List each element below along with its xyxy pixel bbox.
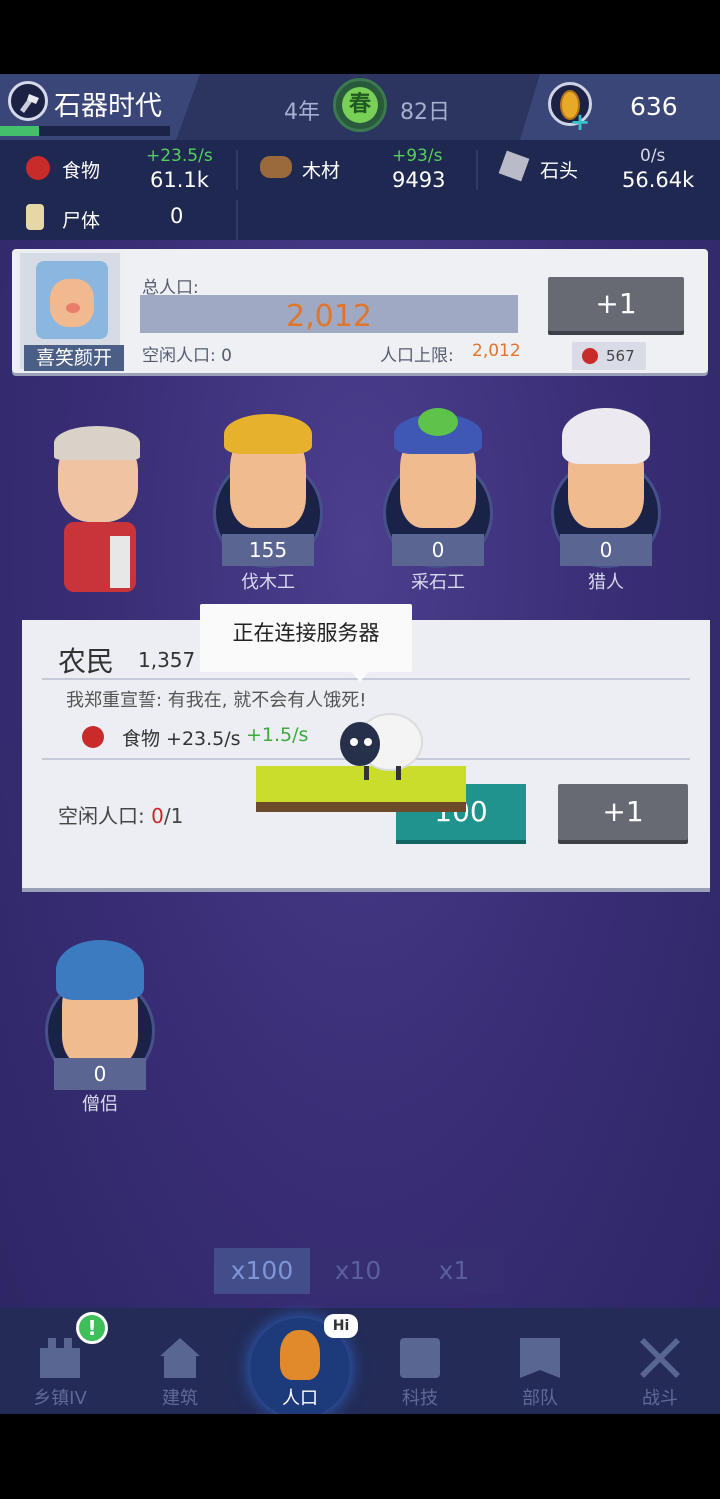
- add-coins-icon[interactable]: +: [570, 108, 590, 136]
- idle-label: 空闲人口:: [58, 804, 152, 828]
- multiplier-tabs: x100 x10 x1: [214, 1248, 504, 1294]
- coin-count: 636: [630, 92, 678, 121]
- season-indicator[interactable]: 春: [333, 78, 387, 132]
- total-population-value: 2,012: [286, 299, 372, 334]
- nav-label: 科技: [402, 1388, 438, 1409]
- resource-bar: 食物 +23.5/s 61.1k 木材 +93/s 9493 石头 0/s 56…: [0, 140, 720, 240]
- nav-town[interactable]: ! 乡镇IV: [0, 1308, 120, 1414]
- population-cost: 567: [606, 347, 635, 365]
- age-title: 石器时代: [54, 91, 162, 122]
- multiplier-x10[interactable]: x10: [310, 1248, 406, 1294]
- nav-troops[interactable]: 部队: [480, 1308, 600, 1414]
- wood-icon: [260, 156, 292, 178]
- castle-icon: [40, 1338, 80, 1378]
- worker-name: 伐木工: [241, 572, 295, 593]
- chief-scroll: [110, 536, 130, 588]
- divider: [236, 150, 238, 190]
- alert-badge: !: [76, 1312, 108, 1344]
- worker-name: 僧侣: [82, 1094, 118, 1115]
- worker-quarryman[interactable]: 0 采石工: [378, 408, 498, 608]
- stone-value: 56.64k: [622, 168, 695, 192]
- population-cap-label: 人口上限:: [380, 346, 454, 366]
- hi-bubble: Hi: [324, 1314, 358, 1338]
- food-icon: [582, 348, 598, 364]
- stone-rate: 0/s: [640, 146, 666, 166]
- woodcutter-hair: [224, 414, 312, 454]
- age-progress-bar: [0, 126, 170, 136]
- sheep-loading-icon: [334, 704, 426, 784]
- farmer-idle-label: 空闲人口: 0/1: [58, 800, 183, 829]
- farmer-count: 1,357: [138, 648, 196, 672]
- leader-portrait[interactable]: 喜笑颜开: [16, 249, 124, 373]
- banner-icon: [520, 1338, 560, 1378]
- population-cost-tag: 567: [572, 342, 646, 370]
- stone-icon: [498, 150, 530, 182]
- farmer-motto: 我郑重宣誓: 有我在, 就不会有人饿死!: [66, 690, 367, 711]
- nav-battle[interactable]: 战斗: [600, 1308, 720, 1414]
- monk-hood: [56, 940, 144, 1000]
- worker-count: 0: [54, 1058, 146, 1090]
- wood-rate: +93/s: [392, 146, 443, 166]
- farmer-title: 农民: [58, 645, 115, 678]
- top-bar: 石器时代 4年 春 82日 + 636: [0, 74, 720, 140]
- divider: [236, 200, 238, 240]
- nav-label: 乡镇IV: [33, 1388, 87, 1409]
- food-icon: [26, 156, 50, 180]
- corpse-icon: [26, 204, 44, 230]
- loading-message: 正在连接服务器: [200, 604, 412, 682]
- bottom-nav: ! 乡镇IV 建筑 Hi 人口 科技 部队 战斗: [0, 1308, 720, 1414]
- season-label: 春: [342, 87, 378, 123]
- add-population-button[interactable]: +1: [548, 277, 684, 331]
- nav-label: 战斗: [642, 1388, 678, 1409]
- person-icon: [280, 1330, 320, 1380]
- leader-name: 喜笑颜开: [24, 345, 124, 371]
- worker-hunter[interactable]: 0 猎人: [546, 408, 666, 608]
- idle-current: 0: [151, 804, 164, 828]
- worker-woodcutter[interactable]: 155 伐木工: [208, 408, 328, 608]
- food-icon: [82, 726, 104, 748]
- wood-label: 木材: [302, 160, 341, 182]
- food-label: 食物: [62, 160, 101, 182]
- nav-label: 人口: [282, 1388, 318, 1409]
- house-icon: [160, 1338, 200, 1378]
- chief-hair: [54, 426, 140, 460]
- nav-population[interactable]: Hi 人口: [240, 1308, 360, 1414]
- population-cap-value: 2,012: [472, 341, 521, 361]
- year-label: 4年: [284, 100, 320, 125]
- day-label: 82日: [400, 100, 450, 125]
- worker-name: 采石工: [411, 572, 465, 593]
- book-icon: [400, 1338, 440, 1378]
- nav-label: 部队: [522, 1388, 558, 1409]
- divider: [476, 150, 478, 190]
- food-rate: +23.5/s: [146, 146, 213, 166]
- crossed-swords-icon: [640, 1338, 680, 1378]
- game-screen: 石器时代 4年 春 82日 + 636 食物 +23.5/s 61.1k 木材 …: [0, 74, 720, 1414]
- food-value: 61.1k: [150, 168, 209, 192]
- chief-character[interactable]: [48, 426, 160, 602]
- idle-total: /1: [163, 804, 184, 828]
- nav-label: 建筑: [162, 1388, 198, 1409]
- multiplier-x1[interactable]: x1: [406, 1248, 502, 1294]
- wood-value: 9493: [392, 168, 446, 192]
- hunter-hood: [562, 408, 650, 464]
- stone-label: 石头: [540, 160, 579, 182]
- bird-icon: [418, 408, 458, 436]
- nav-buildings[interactable]: 建筑: [120, 1308, 240, 1414]
- worker-monk[interactable]: 0 僧侣: [40, 936, 160, 1136]
- corpse-value: 0: [170, 204, 184, 228]
- idle-population-label: 空闲人口: 0: [142, 346, 232, 366]
- nav-tech[interactable]: 科技: [360, 1308, 480, 1414]
- corpse-label: 尸体: [62, 210, 101, 232]
- farmer-food-bonus: +1.5/s: [246, 724, 309, 746]
- add-farmer-button[interactable]: +1: [558, 784, 688, 840]
- worker-count: 0: [392, 534, 484, 566]
- age-progress-fill: [0, 126, 40, 136]
- multiplier-x100[interactable]: x100: [214, 1248, 310, 1294]
- leader-avatar: [36, 261, 108, 339]
- worker-count: 155: [222, 534, 314, 566]
- worker-count: 0: [560, 534, 652, 566]
- stone-tools-icon[interactable]: [8, 81, 48, 121]
- farmer-food-rate: 食物 +23.5/s: [122, 728, 241, 750]
- worker-name: 猎人: [588, 572, 624, 593]
